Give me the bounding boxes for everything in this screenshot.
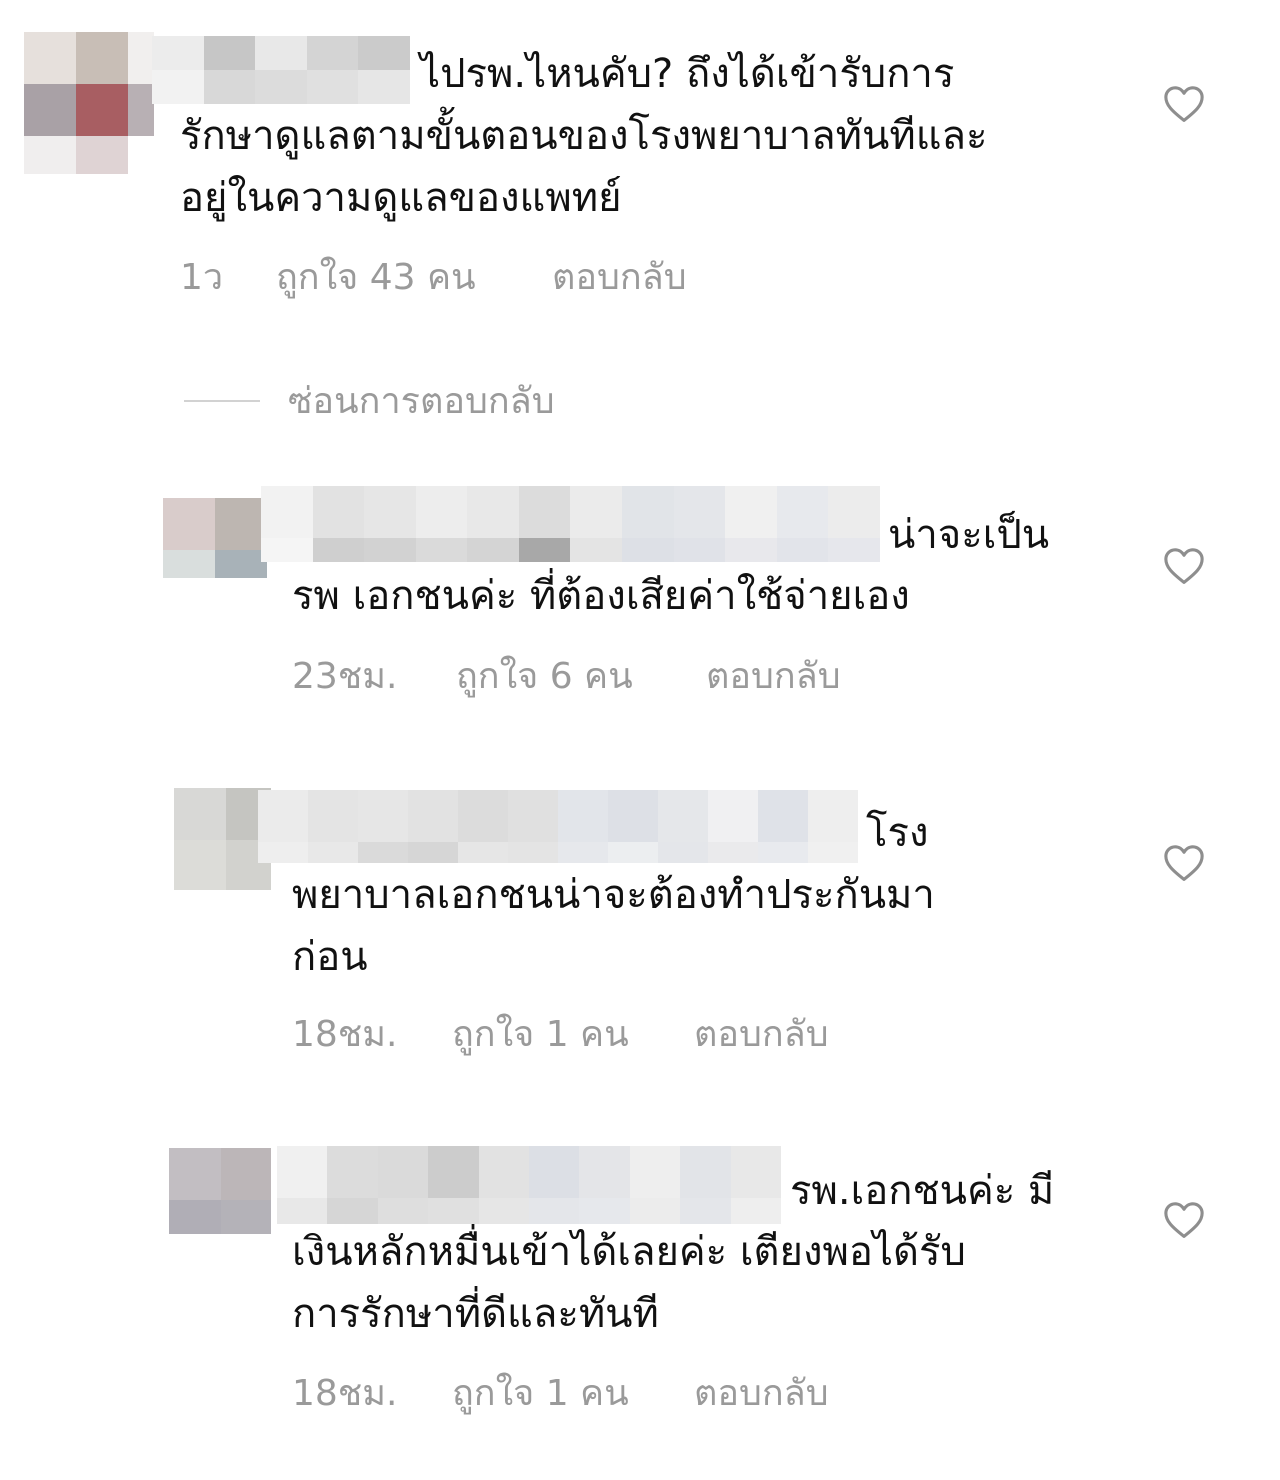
comment-text: เงินหลักหมื่นเข้าได้เลยค่ะ เตียงพอได้รับ: [292, 1229, 966, 1275]
reply-button[interactable]: ตอบกลับ: [552, 256, 687, 300]
username[interactable]: [258, 790, 858, 863]
likes-count[interactable]: ถูกใจ 1 คน: [452, 1372, 629, 1416]
divider: [184, 400, 260, 402]
likes-count[interactable]: ถูกใจ 1 คน: [452, 1013, 629, 1057]
comment-text: รักษาดูแลตามขั้นตอนของโรงพยาบาลทันทีและ: [180, 113, 988, 159]
likes-count[interactable]: ถูกใจ 43 คน: [276, 256, 476, 300]
avatar[interactable]: [169, 1148, 271, 1234]
reply-button[interactable]: ตอบกลับ: [706, 655, 841, 699]
comment-text: ก่อน: [292, 934, 368, 980]
reply-button[interactable]: ตอบกลับ: [694, 1372, 829, 1416]
comment-time: 23ชม.: [292, 656, 398, 697]
comment-text: อยู่ในความดูแลของแพทย์: [180, 175, 622, 221]
comment-text: ไปรพ.ไหนคับ? ถึงได้เข้ารับการ: [420, 51, 955, 97]
heart-outline-icon[interactable]: [1163, 547, 1205, 585]
heart-outline-icon[interactable]: [1163, 85, 1205, 123]
avatar[interactable]: [24, 32, 154, 174]
avatar[interactable]: [163, 498, 267, 578]
likes-count[interactable]: ถูกใจ 6 คน: [456, 655, 633, 699]
comment-time: 1ว: [180, 257, 224, 298]
reply-button[interactable]: ตอบกลับ: [694, 1013, 829, 1057]
comment-text: รพ เอกชนค่ะ ที่ต้องเสียค่าใช้จ่ายเอง: [292, 573, 910, 619]
avatar[interactable]: [174, 788, 271, 890]
heart-outline-icon[interactable]: [1163, 844, 1205, 882]
username[interactable]: [261, 486, 880, 562]
comment-text: น่าจะเป็น: [888, 512, 1050, 558]
comment-time: 18ชม.: [292, 1373, 398, 1414]
heart-outline-icon[interactable]: [1163, 1201, 1205, 1239]
comment-text: โรง: [866, 810, 929, 856]
username[interactable]: [277, 1146, 781, 1224]
hide-replies-button[interactable]: ซ่อนการตอบกลับ: [288, 380, 555, 424]
username[interactable]: [152, 36, 410, 104]
comment-time: 18ชม.: [292, 1014, 398, 1055]
comment-text: รพ.เอกชนค่ะ มี: [790, 1168, 1055, 1214]
comment-text: พยาบาลเอกชนน่าจะต้องทำประกันมา: [292, 872, 935, 918]
comment-text: การรักษาที่ดีและทันที: [292, 1291, 659, 1337]
